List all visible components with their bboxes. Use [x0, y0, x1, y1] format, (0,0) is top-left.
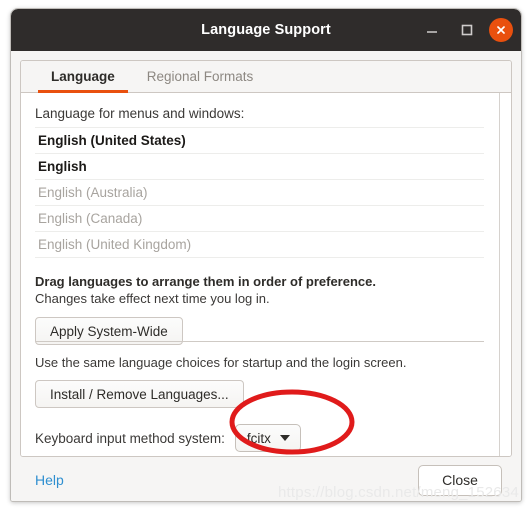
window-controls	[419, 9, 513, 51]
language-support-window: Language Support Language Regional Forma…	[10, 8, 522, 502]
keyboard-input-method-value: fcitx	[246, 430, 271, 446]
tab-regional-formats[interactable]: Regional Formats	[131, 61, 270, 92]
install-remove-languages-button[interactable]: Install / Remove Languages...	[35, 380, 244, 408]
notebook: Language Regional Formats Language for m…	[20, 60, 512, 457]
close-icon[interactable]	[489, 18, 513, 42]
panel-edge	[499, 93, 500, 456]
install-button-wrap: Install / Remove Languages...	[35, 380, 497, 408]
tab-bar: Language Regional Formats	[21, 61, 511, 93]
list-item[interactable]: English (United Kingdom)	[35, 232, 484, 258]
window-body: Language Regional Formats Language for m…	[11, 51, 521, 501]
screen: Language Support Language Regional Forma…	[0, 0, 532, 510]
help-link[interactable]: Help	[35, 472, 64, 488]
action-bar: Help Close	[11, 457, 521, 501]
titlebar: Language Support	[11, 9, 521, 51]
language-list-label: Language for menus and windows:	[35, 106, 245, 121]
minimize-icon[interactable]	[419, 17, 445, 43]
language-list[interactable]: English (United States) English English …	[35, 127, 484, 258]
list-divider	[35, 341, 484, 342]
drag-hint: Drag languages to arrange them in order …	[35, 274, 376, 289]
maximize-icon[interactable]	[454, 17, 480, 43]
keyboard-input-method-row: Keyboard input method system: fcitx	[35, 424, 497, 452]
list-item[interactable]: English (United States)	[35, 128, 484, 154]
chevron-down-icon	[279, 435, 290, 441]
list-item[interactable]: English (Canada)	[35, 206, 484, 232]
list-item[interactable]: English	[35, 154, 484, 180]
language-tab-content: Language for menus and windows: English …	[21, 93, 511, 456]
tab-language[interactable]: Language	[35, 61, 131, 93]
keyboard-input-method-dropdown[interactable]: fcitx	[234, 424, 301, 452]
changes-hint: Changes take effect next time you log in…	[35, 291, 270, 306]
apply-hint: Use the same language choices for startu…	[35, 355, 407, 370]
close-button[interactable]: Close	[418, 464, 502, 496]
list-item[interactable]: English (Australia)	[35, 180, 484, 206]
keyboard-input-method-label: Keyboard input method system:	[35, 430, 225, 446]
